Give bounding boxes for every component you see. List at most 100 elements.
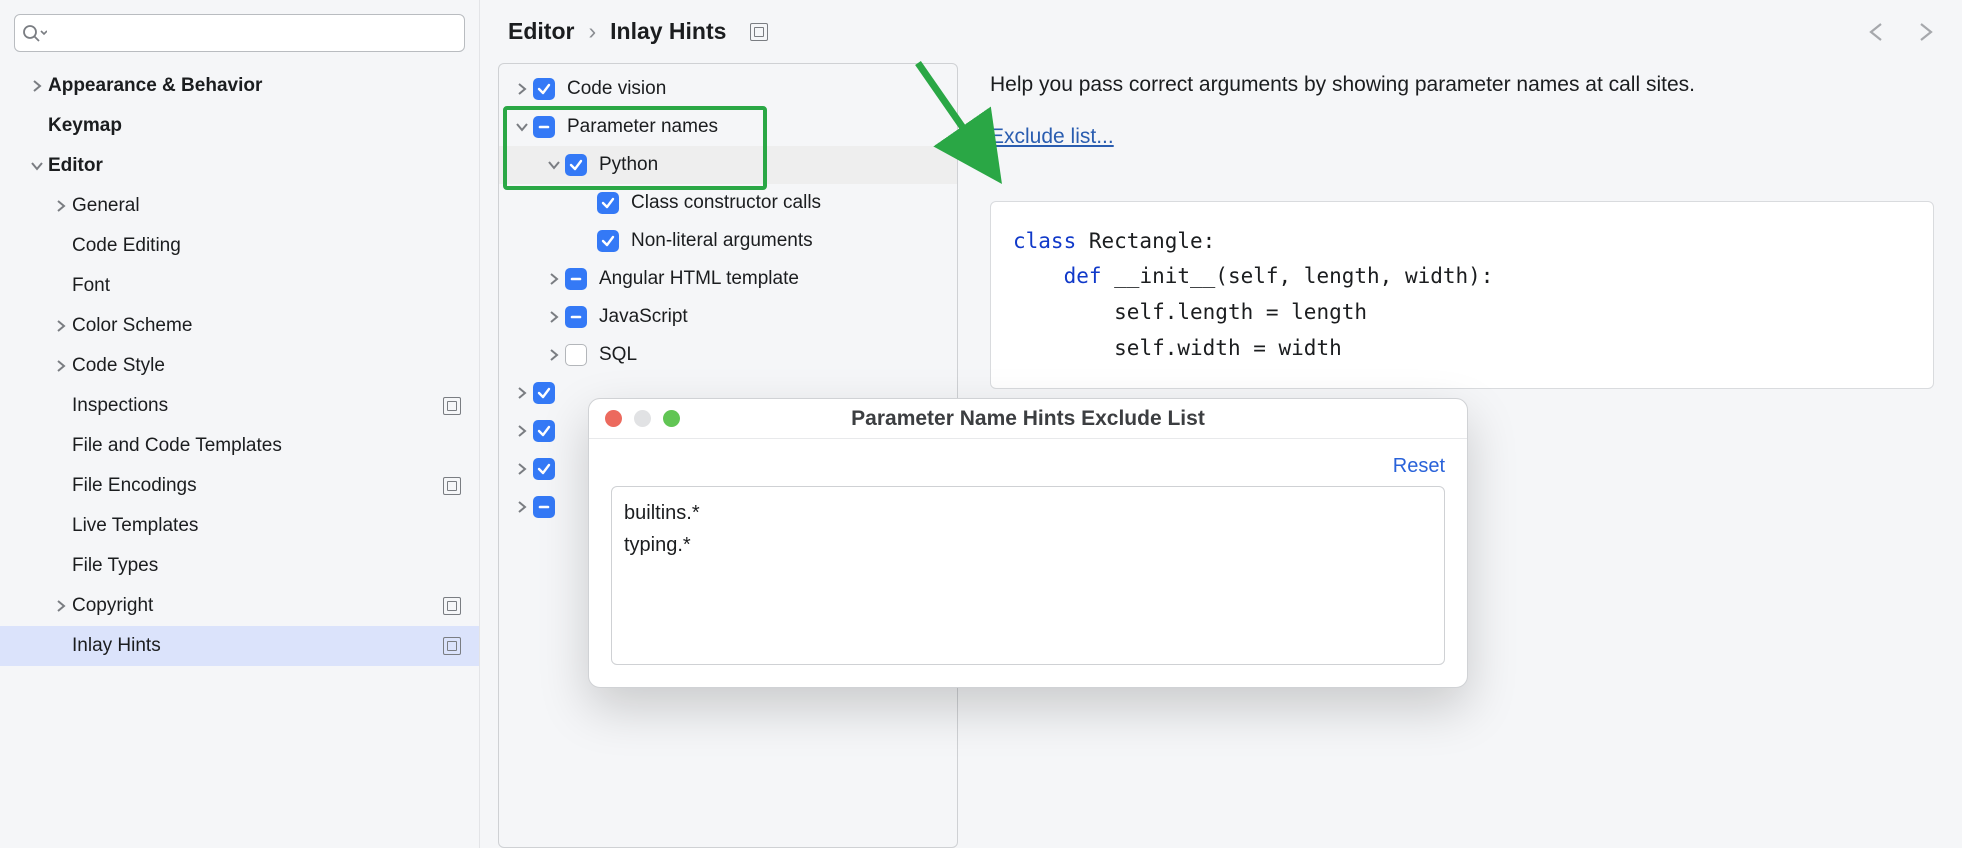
- chevron-right-icon: [26, 79, 48, 93]
- checkbox-checked-icon[interactable]: [533, 78, 555, 100]
- exclude-list-entry[interactable]: typing.*: [624, 529, 1432, 561]
- sidebar-item-label: File and Code Templates: [72, 435, 465, 457]
- hints-item-label: Angular HTML template: [599, 268, 799, 290]
- checkbox-indeterminate-icon[interactable]: [565, 268, 587, 290]
- chevron-right-icon: [511, 424, 533, 438]
- hints-item-label: Code vision: [567, 78, 666, 100]
- scope-icon: [443, 477, 461, 495]
- sidebar-item-label: Keymap: [48, 115, 465, 137]
- checkbox-checked-icon[interactable]: [533, 382, 555, 404]
- sidebar-item[interactable]: Code Style: [0, 346, 479, 386]
- sidebar-item-label: Appearance & Behavior: [48, 75, 465, 97]
- history-nav: [1864, 22, 1938, 42]
- sidebar-item-label: General: [72, 195, 465, 217]
- sidebar-item-label: Editor: [48, 155, 465, 177]
- back-icon[interactable]: [1864, 22, 1890, 42]
- hints-item-label: Non-literal arguments: [631, 230, 813, 252]
- breadcrumb: Editor › Inlay Hints: [480, 0, 1962, 63]
- chevron-right-icon: [50, 359, 72, 373]
- exclude-list-dialog: Parameter Name Hints Exclude List Reset …: [588, 398, 1468, 688]
- dialog-title: Parameter Name Hints Exclude List: [851, 407, 1205, 431]
- search-icon: [21, 23, 47, 43]
- checkbox-checked-icon[interactable]: [597, 230, 619, 252]
- forward-icon[interactable]: [1912, 22, 1938, 42]
- settings-tree: Appearance & Behavior Keymap Editor General…: [0, 52, 479, 666]
- hints-tree-item[interactable]: SQL: [499, 336, 957, 374]
- chevron-right-icon: [50, 319, 72, 333]
- sidebar-item[interactable]: Appearance & Behavior: [0, 66, 479, 106]
- checkbox-checked-icon[interactable]: [533, 420, 555, 442]
- breadcrumb-leaf: Inlay Hints: [610, 18, 726, 45]
- search-input[interactable]: [47, 22, 458, 45]
- checkbox-checked-icon[interactable]: [597, 192, 619, 214]
- chevron-right-icon: [543, 348, 565, 362]
- sidebar-item-label: Color Scheme: [72, 315, 465, 337]
- chevron-right-icon: [543, 310, 565, 324]
- hints-tree-item[interactable]: Code vision: [499, 70, 957, 108]
- sidebar-item[interactable]: Live Templates: [0, 506, 479, 546]
- hints-tree-item[interactable]: Class constructor calls: [499, 184, 957, 222]
- exclude-list-link[interactable]: Exclude list...: [990, 125, 1114, 149]
- scope-icon: [443, 637, 461, 655]
- hints-tree-item[interactable]: Non-literal arguments: [499, 222, 957, 260]
- chevron-right-icon: [511, 500, 533, 514]
- sidebar-item[interactable]: Editor: [0, 146, 479, 186]
- exclude-list-entry[interactable]: builtins.*: [624, 497, 1432, 529]
- sidebar-item[interactable]: File Encodings: [0, 466, 479, 506]
- hints-item-label: Parameter names: [567, 116, 718, 138]
- hints-item-label: JavaScript: [599, 306, 688, 328]
- reset-button[interactable]: Reset: [1393, 455, 1445, 478]
- checkbox-indeterminate-icon[interactable]: [533, 496, 555, 518]
- checkbox-checked-icon[interactable]: [565, 154, 587, 176]
- checkbox-empty-icon[interactable]: [565, 344, 587, 366]
- chevron-right-icon: [511, 462, 533, 476]
- sidebar-item[interactable]: Color Scheme: [0, 306, 479, 346]
- hints-item-label: Class constructor calls: [631, 192, 821, 214]
- sidebar-item[interactable]: Font: [0, 266, 479, 306]
- chevron-right-icon: [50, 199, 72, 213]
- sidebar-item[interactable]: Inlay Hints: [0, 626, 479, 666]
- sidebar-item[interactable]: File and Code Templates: [0, 426, 479, 466]
- chevron-down-icon: [26, 159, 48, 173]
- sidebar-item-label: Inlay Hints: [72, 635, 443, 657]
- chevron-down-icon: [543, 158, 565, 172]
- code-preview: class Rectangle: def __init__(self, leng…: [990, 201, 1934, 390]
- sidebar-item-label: File Encodings: [72, 475, 443, 497]
- scope-icon: [443, 397, 461, 415]
- settings-search[interactable]: [14, 14, 465, 52]
- window-controls: [605, 410, 680, 427]
- checkbox-indeterminate-icon[interactable]: [565, 306, 587, 328]
- chevron-down-icon: [511, 120, 533, 134]
- breadcrumb-separator: ›: [588, 18, 596, 45]
- chevron-right-icon: [50, 599, 72, 613]
- dialog-titlebar[interactable]: Parameter Name Hints Exclude List: [589, 399, 1467, 439]
- close-icon[interactable]: [605, 410, 622, 427]
- sidebar-item[interactable]: Keymap: [0, 106, 479, 146]
- exclude-list-box[interactable]: builtins.*typing.*: [611, 486, 1445, 665]
- hints-item-label: SQL: [599, 344, 637, 366]
- sidebar-item[interactable]: Inspections: [0, 386, 479, 426]
- hints-tree-item[interactable]: Parameter names: [499, 108, 957, 146]
- hints-tree-item[interactable]: JavaScript: [499, 298, 957, 336]
- sidebar-item-label: Live Templates: [72, 515, 465, 537]
- checkbox-indeterminate-icon[interactable]: [533, 116, 555, 138]
- checkbox-checked-icon[interactable]: [533, 458, 555, 480]
- help-text: Help you pass correct arguments by showi…: [990, 63, 1934, 101]
- sidebar-item[interactable]: Code Editing: [0, 226, 479, 266]
- minimize-icon[interactable]: [634, 410, 651, 427]
- zoom-icon[interactable]: [663, 410, 680, 427]
- sidebar-item-label: Font: [72, 275, 465, 297]
- breadcrumb-root[interactable]: Editor: [508, 18, 574, 45]
- scope-icon: [443, 597, 461, 615]
- sidebar-item-label: Code Style: [72, 355, 465, 377]
- sidebar-item-label: File Types: [72, 555, 465, 577]
- sidebar-item-label: Code Editing: [72, 235, 465, 257]
- chevron-right-icon: [511, 82, 533, 96]
- sidebar-item[interactable]: Copyright: [0, 586, 479, 626]
- sidebar-item-label: Inspections: [72, 395, 443, 417]
- hints-tree-item[interactable]: Angular HTML template: [499, 260, 957, 298]
- sidebar-item[interactable]: File Types: [0, 546, 479, 586]
- settings-sidebar: Appearance & Behavior Keymap Editor General…: [0, 0, 480, 848]
- hints-tree-item[interactable]: Python: [499, 146, 957, 184]
- sidebar-item[interactable]: General: [0, 186, 479, 226]
